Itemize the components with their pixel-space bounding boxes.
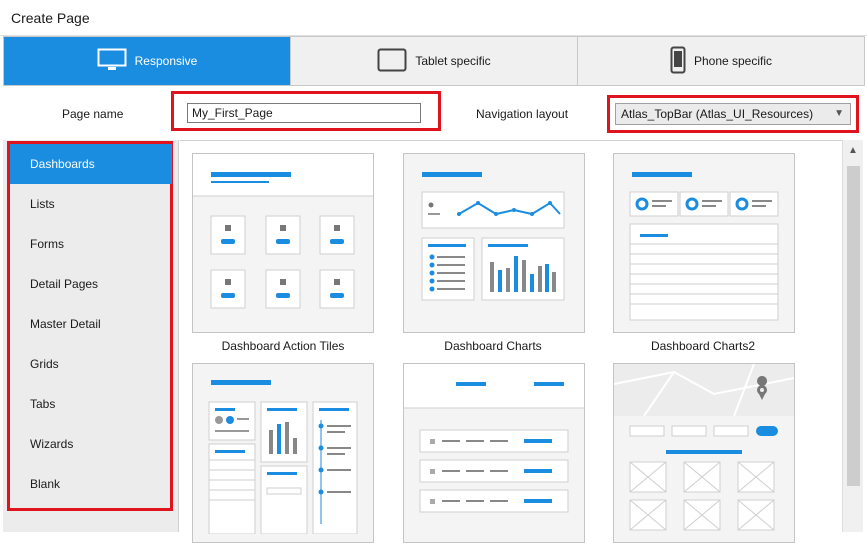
sidebar-item-forms[interactable]: Forms — [10, 224, 172, 264]
sidebar-item-detail-pages[interactable]: Detail Pages — [10, 264, 172, 304]
template-category-list: Dashboards Lists Forms Detail Pages Mast… — [10, 144, 172, 504]
tablet-icon — [377, 48, 407, 75]
template-dashboard-4[interactable] — [192, 363, 374, 543]
phone-icon — [670, 46, 686, 77]
template-dashboard-5[interactable] — [403, 363, 585, 543]
tab-responsive[interactable]: Responsive — [4, 37, 291, 85]
charts-preview-icon — [421, 172, 565, 301]
scrollbar-thumb[interactable] — [847, 166, 860, 486]
tab-responsive-label: Responsive — [134, 54, 198, 68]
sidebar-item-master-detail[interactable]: Master Detail — [10, 304, 172, 344]
window-title: Create Page — [11, 10, 90, 26]
tab-phone-label: Phone specific — [693, 54, 773, 68]
template-dashboard-action-tiles[interactable] — [192, 153, 374, 333]
title-bar: Create Page — [0, 0, 867, 36]
template-dashboard-charts2[interactable] — [613, 153, 795, 333]
navigation-layout-value: Atlas_TopBar (Atlas_UI_Resources) — [621, 107, 814, 121]
navigation-layout-select[interactable]: Atlas_TopBar (Atlas_UI_Resources) ▼ — [615, 103, 851, 125]
sidebar-item-blank[interactable]: Blank — [10, 464, 172, 504]
template-label: Dashboard Charts — [444, 339, 542, 353]
dashboard6-preview-icon — [614, 364, 794, 531]
tab-tablet-label: Tablet specific — [415, 54, 491, 68]
dashboard4-preview-icon — [208, 380, 358, 534]
template-dashboard-6[interactable] — [613, 363, 795, 543]
page-name-input[interactable] — [187, 103, 421, 123]
template-label: Dashboard Action Tiles — [221, 339, 345, 353]
monitor-icon — [97, 48, 127, 75]
page-name-label: Page name — [62, 107, 124, 121]
sidebar-item-lists[interactable]: Lists — [10, 184, 172, 224]
navigation-layout-label: Navigation layout — [476, 107, 569, 121]
sidebar-item-tabs[interactable]: Tabs — [10, 384, 172, 424]
tab-phone[interactable]: Phone specific — [578, 37, 864, 85]
sidebar-item-wizards[interactable]: Wizards — [10, 424, 172, 464]
sidebar-item-dashboards[interactable]: Dashboards — [10, 144, 172, 184]
template-label: Dashboard Charts2 — [650, 339, 756, 353]
charts2-preview-icon — [629, 172, 779, 321]
sidebar-item-grids[interactable]: Grids — [10, 344, 172, 384]
action-tiles-preview-icon — [193, 154, 373, 309]
chevron-down-icon: ▼ — [834, 108, 844, 119]
device-tabs: Responsive Tablet specific Phone specifi… — [3, 36, 865, 86]
scroll-up-arrow-icon[interactable]: ▲ — [848, 145, 858, 156]
tab-tablet[interactable]: Tablet specific — [291, 37, 578, 85]
gallery-scrollbar[interactable]: ▲ — [842, 140, 863, 532]
dashboard5-preview-icon — [404, 364, 584, 513]
template-dashboard-charts[interactable] — [403, 153, 585, 333]
